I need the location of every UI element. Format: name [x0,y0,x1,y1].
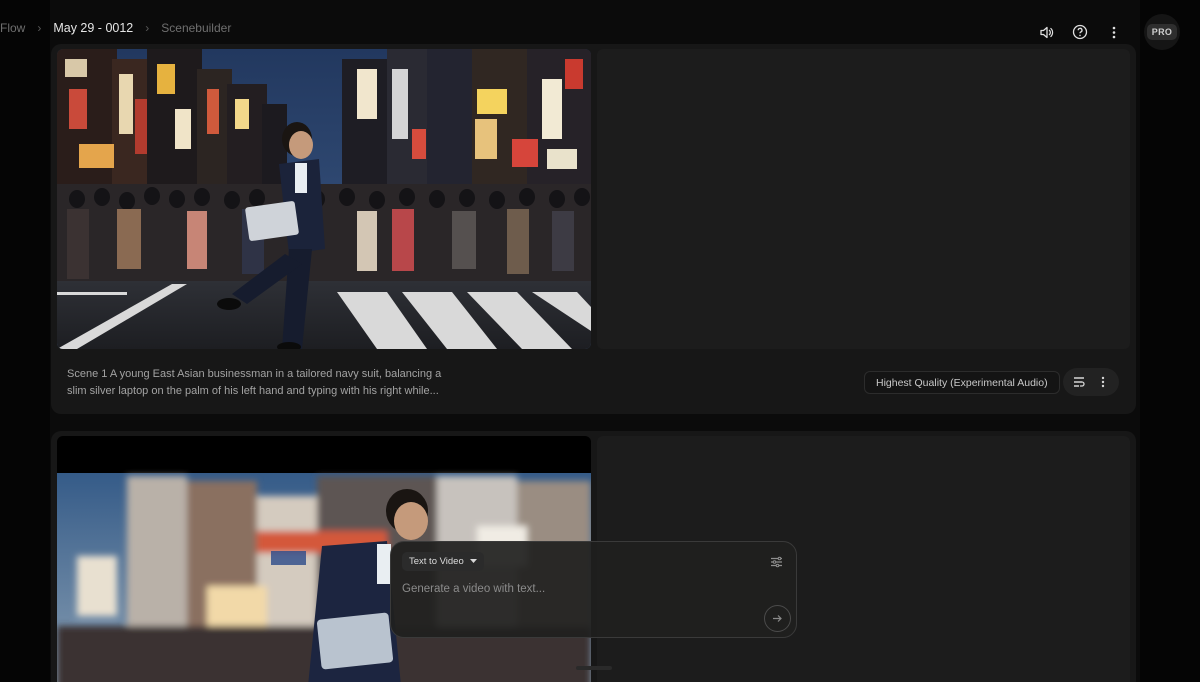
card-actions [1063,368,1119,396]
scene-card[interactable]: Scene 1 A young East Asian businessman i… [51,44,1136,414]
quality-chip[interactable]: Highest Quality (Experimental Audio) [864,371,1060,394]
help-icon[interactable] [1072,24,1088,40]
scene-description: Scene 1 A young East Asian businessman i… [67,368,442,397]
mode-dropdown[interactable]: Text to Video [402,552,484,571]
reorder-icon[interactable] [1071,374,1087,390]
arrow-right-icon [773,615,782,622]
prompt-input[interactable] [402,579,762,599]
mode-label: Text to Video [409,556,464,567]
chevron-right-icon: › [145,21,150,35]
caret-down-icon [469,559,477,563]
more-vert-icon[interactable] [1095,374,1111,390]
prompt-composer: Text to Video [390,541,797,638]
empty-scene-panel [597,49,1130,349]
left-gutter [0,0,50,682]
top-bar: Flow › May 29 - 0012 › Scenebuilder PRO [0,0,1200,56]
volume-icon[interactable] [1038,24,1054,40]
tune-icon[interactable] [768,554,784,570]
chevron-right-icon: › [37,21,42,35]
scene-thumbnail[interactable] [57,49,591,349]
breadcrumb-project[interactable]: May 29 - 0012 [53,21,133,35]
breadcrumb: Flow › May 29 - 0012 › Scenebuilder [0,21,231,35]
right-gutter [1140,0,1200,682]
plan-badge: PRO [1146,24,1178,40]
breadcrumb-root[interactable]: Flow [0,21,25,35]
header-actions: PRO [1038,14,1180,50]
breadcrumb-section[interactable]: Scenebuilder [161,21,231,35]
more-vert-icon[interactable] [1106,24,1122,40]
plan-badge-wrapper[interactable]: PRO [1144,14,1180,50]
scroll-handle[interactable] [576,666,612,670]
city-crossing-image [57,49,591,349]
send-button[interactable] [764,605,791,632]
